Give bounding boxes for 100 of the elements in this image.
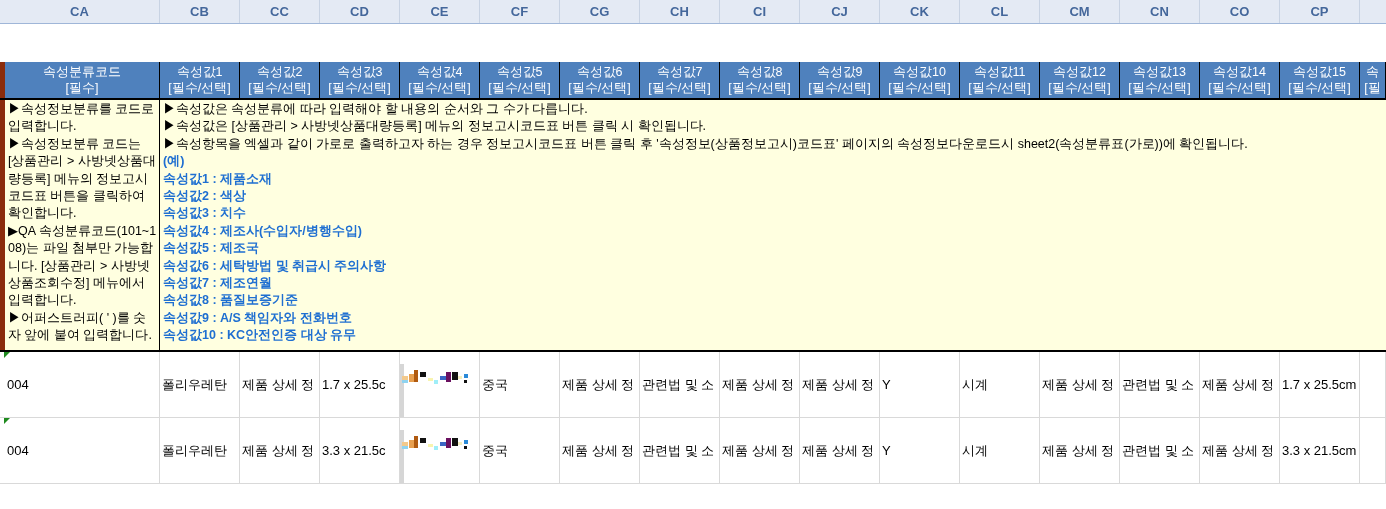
cell-text: 제품 상세 정 xyxy=(562,375,635,394)
column-letter[interactable]: CH xyxy=(670,1,689,22)
example-text: 속성값10 : KC안전인증 대상 유무 xyxy=(163,327,357,345)
cell-text: 제품 상세 정 xyxy=(242,441,315,460)
header-title: 속성값3 xyxy=(336,64,383,80)
header-title: 속성값2 xyxy=(256,64,303,80)
cell-text: Y xyxy=(882,441,891,460)
instruction-text: ▶속성정보분류 코드는 [상품관리 > 사방넷상품대량등록] 메뉴의 정보고시코드표 버튼을 클릭하여 확인합니다. xyxy=(8,135,157,223)
cell-text: 시계 xyxy=(962,441,988,460)
header-note: [필수/선택] xyxy=(168,80,231,96)
cell-text: 1.7 x 25.5cm xyxy=(1282,375,1357,394)
example-text: 속성값4 : 제조사(수입자/병행수입) xyxy=(163,222,363,240)
header-note: [필수/선택] xyxy=(888,80,951,96)
header-title: 속성값1 xyxy=(176,64,223,80)
cell-text: 중국 xyxy=(482,441,508,460)
cell-text: 제품 상세 정 xyxy=(1202,441,1275,460)
instruction-text: ▶속성값은 [상품관리 > 사방넷상품대량등록] 메뉴의 정보고시코드표 버튼 클릭 시 확인됩니다. xyxy=(163,118,707,136)
cell-text: 관련법 및 소 xyxy=(642,441,715,460)
header-title: 속성값6 xyxy=(576,64,623,80)
header-note: [필수/선택] xyxy=(968,80,1031,96)
cell-text: 제품 상세 정 xyxy=(722,375,795,394)
header-note: [필수/선택] xyxy=(808,80,871,96)
cell-text: Y xyxy=(882,375,891,394)
cell-text: 관련법 및 소 xyxy=(1122,441,1195,460)
error-marker-icon xyxy=(4,418,10,424)
cell-text: 1.7 x 25.5c xyxy=(322,375,386,394)
header-note: [필수/선택] xyxy=(648,80,711,96)
header-note: [필수/선택] xyxy=(248,80,311,96)
header-note: [필수/선택] xyxy=(1288,80,1351,96)
example-text: 속성값3 : 치수 xyxy=(163,205,248,223)
header-title: 속성값5 xyxy=(496,64,543,80)
column-letter[interactable]: CK xyxy=(910,1,929,22)
cell-text: 제품 상세 정 xyxy=(562,441,635,460)
column-letter[interactable]: CM xyxy=(1069,1,1090,22)
header-title: 속성값14 xyxy=(1213,64,1266,80)
cell-text: 제품 상세 정 xyxy=(722,441,795,460)
header-title: 속성값7 xyxy=(656,64,703,80)
example-text: 속성값6 : 세탁방법 및 취급시 주의사항 xyxy=(163,257,388,275)
instruction-text: ▶속성항목을 엑셀과 같이 가로로 출력하고자 하는 경우 정보고시코드표 버튼 클릭 후 '속성정보(상품정보고시)코드표' 페이지의 속성정보다운로드시 sheet2(속성분류표(가로))에 확인됩니다. xyxy=(163,135,1249,153)
cell-text: 제품 상세 정 xyxy=(1042,375,1115,394)
instruction-text: ▶QA 속성분류코드(101~108)는 파일 첨부만 가능합니다. [상품관리 > 사방넷상품조회수정] 메뉴에서 입력합니다. xyxy=(8,222,157,310)
header-title: 속성값8 xyxy=(736,64,783,80)
cell-text: 제품 상세 정 xyxy=(802,441,875,460)
column-letter[interactable]: CI xyxy=(753,1,766,22)
cell-text: 관련법 및 소 xyxy=(1122,375,1195,394)
cell-text: 관련법 및 소 xyxy=(642,375,715,394)
cell-text: 제품 상세 정 xyxy=(1042,441,1115,460)
example-text: 속성값1 : 제품소재 xyxy=(163,170,274,188)
header-title: 속성값13 xyxy=(1133,64,1186,80)
header-note: [필 xyxy=(1364,80,1381,96)
column-letter[interactable]: CD xyxy=(350,1,369,22)
example-text: 속성값7 : 제조연월 xyxy=(163,275,274,293)
example-text: 속성값2 : 색상 xyxy=(163,188,248,206)
header-title: 속성값11 xyxy=(973,64,1026,80)
cell-text: 제품 상세 정 xyxy=(242,375,315,394)
header-note: [필수/선택] xyxy=(328,80,391,96)
column-letter[interactable]: CO xyxy=(1229,1,1250,22)
column-letter[interactable]: CL xyxy=(990,1,1009,22)
example-heading: (예) xyxy=(163,153,186,171)
header-note: [필수/선택] xyxy=(568,80,631,96)
header-note: [필수/선택] xyxy=(728,80,791,96)
instruction-text: ▶속성값은 속성분류에 따라 입력해야 할 내용의 순서와 그 수가 다릅니다. xyxy=(163,101,589,118)
header-title: 속성값10 xyxy=(893,64,946,80)
column-letter[interactable]: CA xyxy=(70,1,89,22)
header-title: 속성값15 xyxy=(1293,64,1346,80)
header-note: [필수] xyxy=(65,80,99,96)
cell-text: 3.3 x 21.5cm xyxy=(1282,441,1357,460)
header-note: [필수/선택] xyxy=(1128,80,1191,96)
header-title: 속성분류코드 xyxy=(43,64,121,80)
cell-text: 제품 상세 정 xyxy=(1202,375,1275,394)
header-note: [필수/선택] xyxy=(488,80,551,96)
header-title: 속성값4 xyxy=(416,64,463,80)
error-marker-icon xyxy=(4,352,10,358)
column-letter[interactable]: CE xyxy=(430,1,449,22)
column-letter[interactable]: CJ xyxy=(831,1,848,22)
header-title: 속 xyxy=(1366,64,1379,80)
instruction-text: ▶어퍼스트러피( ' )를 숫자 앞에 붙여 입력합니다. xyxy=(8,309,153,345)
cell-text: 3.3 x 21.5c xyxy=(322,441,386,460)
column-letter[interactable]: CB xyxy=(190,1,209,22)
cell-text: 제품 상세 정 xyxy=(802,375,875,394)
header-note: [필수/선택] xyxy=(408,80,471,96)
column-letter[interactable]: CN xyxy=(1150,1,1169,22)
cell-text: 중국 xyxy=(482,375,508,394)
column-letter[interactable]: CF xyxy=(510,1,529,22)
column-letter[interactable]: CP xyxy=(1310,1,1329,22)
header-title: 속성값9 xyxy=(816,64,863,80)
cell-text: 004 xyxy=(7,375,29,394)
column-letter[interactable]: CG xyxy=(589,1,610,22)
cell-text: 폴리우레탄 xyxy=(162,375,227,394)
cell-text: 시계 xyxy=(962,375,988,394)
header-note: [필수/선택] xyxy=(1208,80,1271,96)
example-text: 속성값8 : 품질보증기준 xyxy=(163,292,300,310)
example-text: 속성값5 : 제조국 xyxy=(163,240,261,258)
cell-text: 폴리우레탄 xyxy=(162,441,227,460)
instruction-text: ▶속성정보분류를 코드로 입력합니다. xyxy=(8,101,156,136)
header-title: 속성값12 xyxy=(1053,64,1106,80)
example-text: 속성값9 : A/S 책임자와 전화번호 xyxy=(163,309,353,327)
cell-text: 004 xyxy=(7,441,29,460)
column-letter[interactable]: CC xyxy=(270,1,289,22)
header-note: [필수/선택] xyxy=(1048,80,1111,96)
